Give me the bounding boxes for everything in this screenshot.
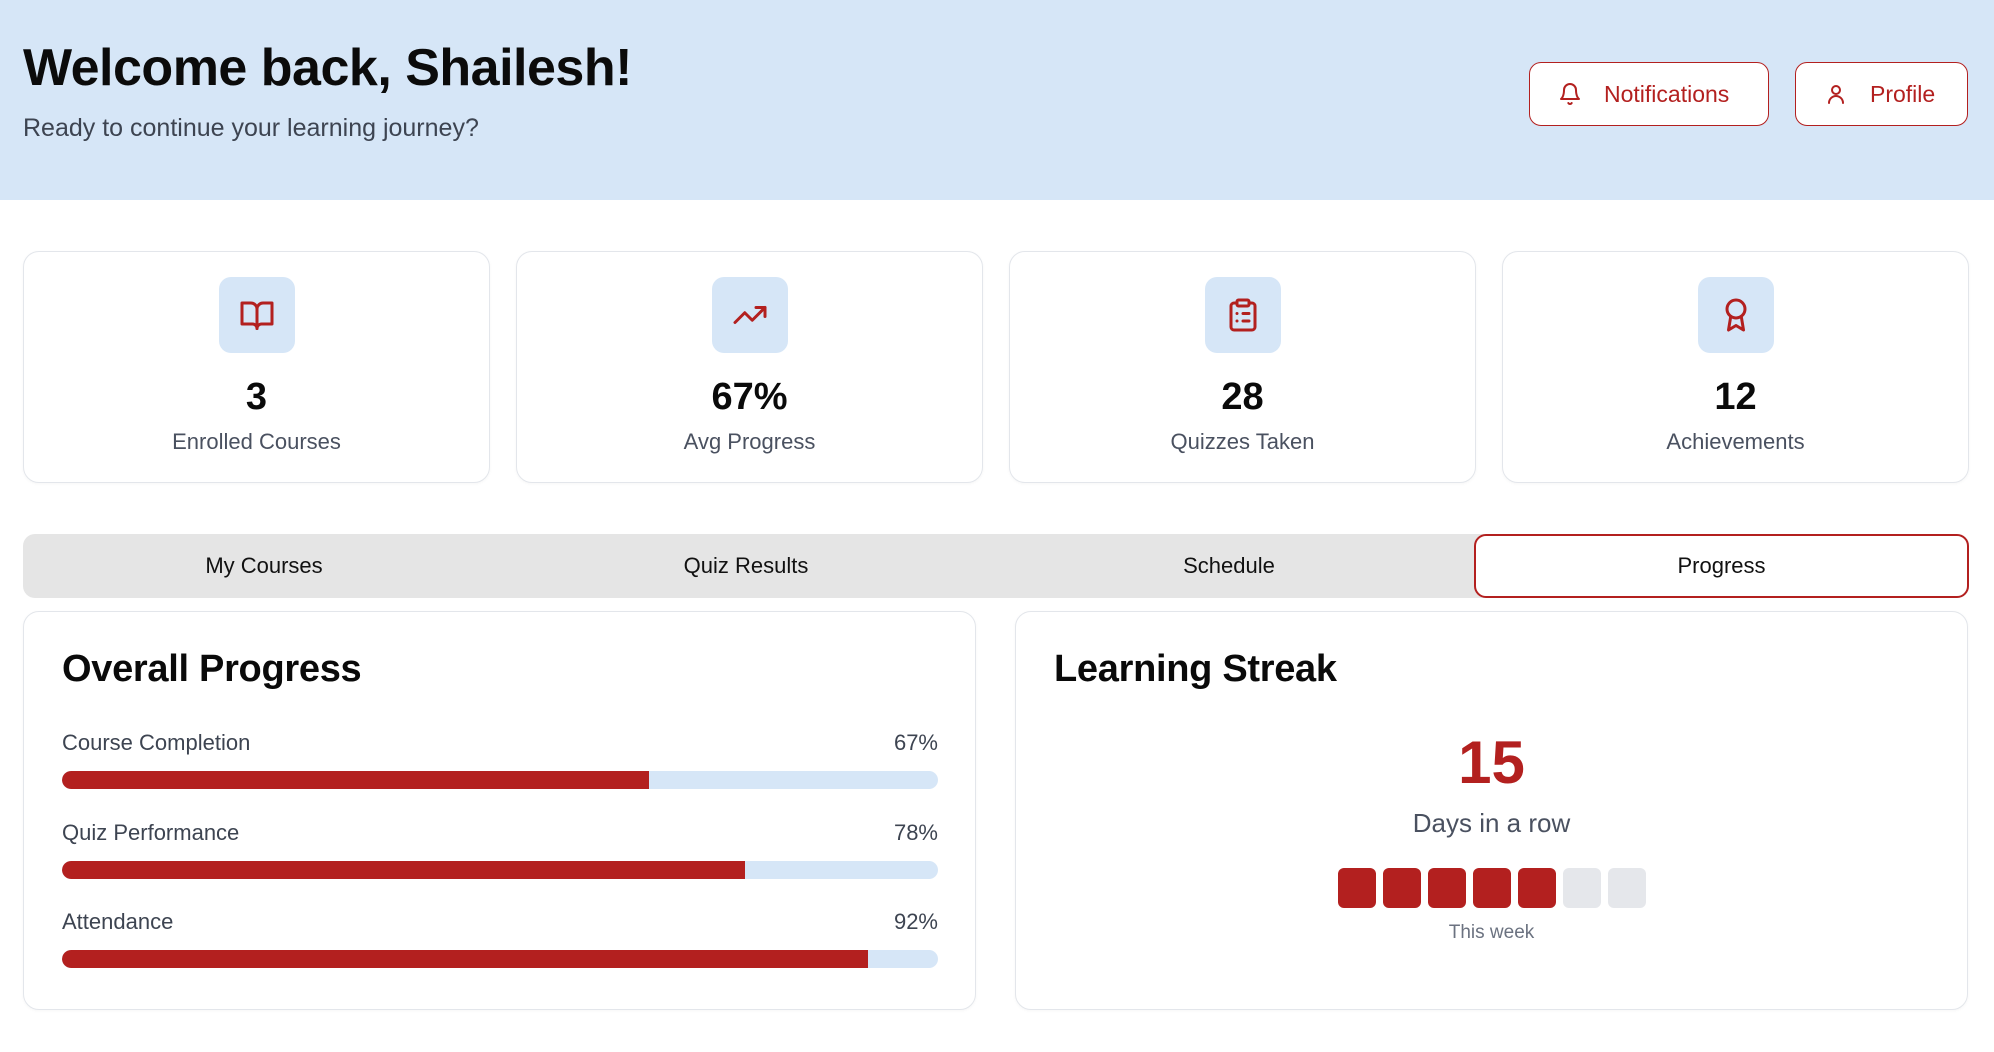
progress-fill — [62, 771, 649, 789]
day-indicator — [1608, 868, 1646, 908]
stat-label: Achievements — [1666, 429, 1805, 454]
tab-quiz-results[interactable]: Quiz Results — [505, 534, 987, 598]
day-indicator — [1338, 868, 1376, 908]
streak-label: Days in a row — [1412, 808, 1571, 838]
day-indicator — [1383, 868, 1421, 908]
stat-label: Avg Progress — [683, 429, 816, 454]
day-indicator — [1428, 868, 1466, 908]
card-title: Overall Progress — [62, 648, 362, 690]
learning-streak-card: Learning Streak 15 Days in a row This we… — [1015, 611, 1968, 1010]
progress-label: Quiz Performance — [62, 820, 240, 845]
progress-fill — [62, 861, 746, 879]
profile-button[interactable]: Profile — [1795, 62, 1968, 126]
streak-count: 15 — [1458, 729, 1525, 796]
tab-progress[interactable]: Progress — [1474, 534, 1969, 598]
progress-value: 78% — [893, 820, 938, 845]
progress-label: Attendance — [62, 909, 174, 934]
award-icon — [1697, 277, 1774, 353]
stat-card-achievements: 12 Achievements — [1502, 251, 1969, 483]
user-icon — [1824, 82, 1848, 106]
trending-up-icon — [711, 277, 788, 353]
progress-value: 67% — [893, 730, 938, 755]
stat-value: 3 — [245, 376, 268, 418]
stat-label: Enrolled Courses — [172, 429, 341, 454]
card-title: Learning Streak — [1054, 648, 1337, 690]
progress-fill — [62, 950, 868, 968]
stat-value: 12 — [1714, 376, 1757, 418]
notifications-label: Notifications — [1604, 80, 1730, 107]
progress-track — [62, 861, 938, 879]
day-indicator — [1563, 868, 1601, 908]
stat-card-enrolled-courses: 3 Enrolled Courses — [23, 251, 490, 483]
tab-my-courses[interactable]: My Courses — [23, 534, 505, 598]
progress-track — [62, 950, 938, 968]
stat-label: Quizzes Taken — [1170, 429, 1315, 454]
page-title: Welcome back, Shailesh! — [23, 39, 632, 97]
bell-icon — [1558, 82, 1582, 106]
stat-value: 28 — [1221, 376, 1264, 418]
notifications-button[interactable]: Notifications — [1529, 62, 1769, 126]
tab-schedule[interactable]: Schedule — [988, 534, 1470, 598]
progress-track — [62, 771, 938, 789]
clipboard-list-icon — [1204, 277, 1281, 353]
book-open-icon — [218, 277, 295, 353]
page-subtitle: Ready to continue your learning journey? — [23, 114, 479, 142]
header: Welcome back, Shailesh! Ready to continu… — [0, 0, 1994, 200]
progress-label: Course Completion — [62, 730, 251, 755]
week-day-indicators — [1338, 868, 1646, 908]
week-label: This week — [1448, 922, 1535, 943]
stat-card-avg-progress: 67% Avg Progress — [516, 251, 983, 483]
progress-value: 92% — [893, 909, 938, 934]
profile-label: Profile — [1870, 80, 1936, 107]
stat-card-quizzes-taken: 28 Quizzes Taken — [1009, 251, 1476, 483]
day-indicator — [1518, 868, 1556, 908]
day-indicator — [1473, 868, 1511, 908]
stat-value: 67% — [711, 376, 788, 418]
overall-progress-card: Overall Progress Course Completion 67% Q… — [23, 611, 976, 1010]
tab-bar: My Courses Quiz Results Schedule Progres… — [23, 534, 1969, 598]
